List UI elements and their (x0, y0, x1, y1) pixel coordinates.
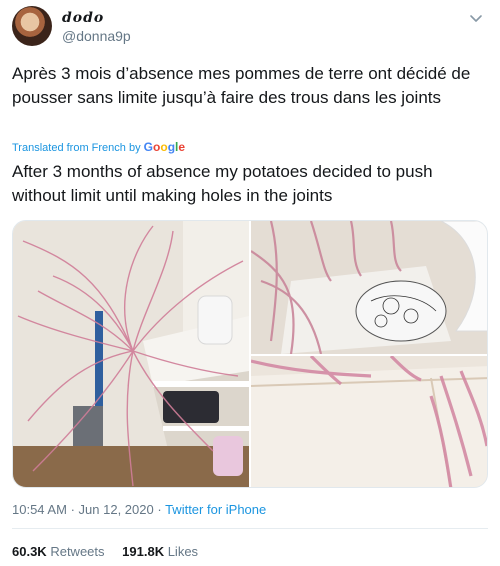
translation-attribution[interactable]: Translated from French by Google (12, 140, 185, 154)
meta-separator: · (70, 502, 75, 517)
tweet-meta: 10:54 AM · Jun 12, 2020 · Twitter for iP… (12, 502, 266, 517)
tweet-translation-text: After 3 months of absence my potatoes de… (12, 162, 433, 205)
display-name[interactable]: dodo (62, 10, 104, 26)
tweet-stats: 60.3K Retweets 191.8K Likes (12, 544, 212, 559)
likes-count: 191.8K (122, 544, 165, 559)
retweets-stat[interactable]: 60.3K Retweets (12, 544, 105, 559)
retweets-label: Retweets (50, 544, 105, 559)
user-handle[interactable]: @donna9p (62, 28, 131, 44)
tweet-media-grid (12, 220, 488, 488)
photo-toilet-seat[interactable] (251, 221, 487, 354)
tweet-source-link[interactable]: Twitter for iPhone (165, 502, 266, 517)
tweet-header: dodo @donna9p (12, 6, 488, 48)
tweet-original-text: Après 3 mois d’absence mes pommes de ter… (12, 64, 471, 107)
divider (12, 528, 488, 529)
photo-grout-holes[interactable] (251, 356, 487, 487)
meta-separator: · (157, 502, 162, 517)
chevron-down-icon[interactable] (468, 10, 484, 26)
likes-label: Likes (167, 544, 199, 559)
likes-stat[interactable]: 191.8K Likes (122, 544, 198, 559)
google-logo: Google (143, 140, 186, 154)
tweet-time[interactable]: 10:54 AM (12, 502, 67, 517)
photo-corner-shelf[interactable] (13, 221, 249, 487)
tweet-date[interactable]: Jun 12, 2020 (79, 502, 154, 517)
avatar[interactable] (12, 6, 52, 46)
translated-from-label: Translated from French by (12, 142, 141, 154)
retweets-count: 60.3K (12, 544, 47, 559)
